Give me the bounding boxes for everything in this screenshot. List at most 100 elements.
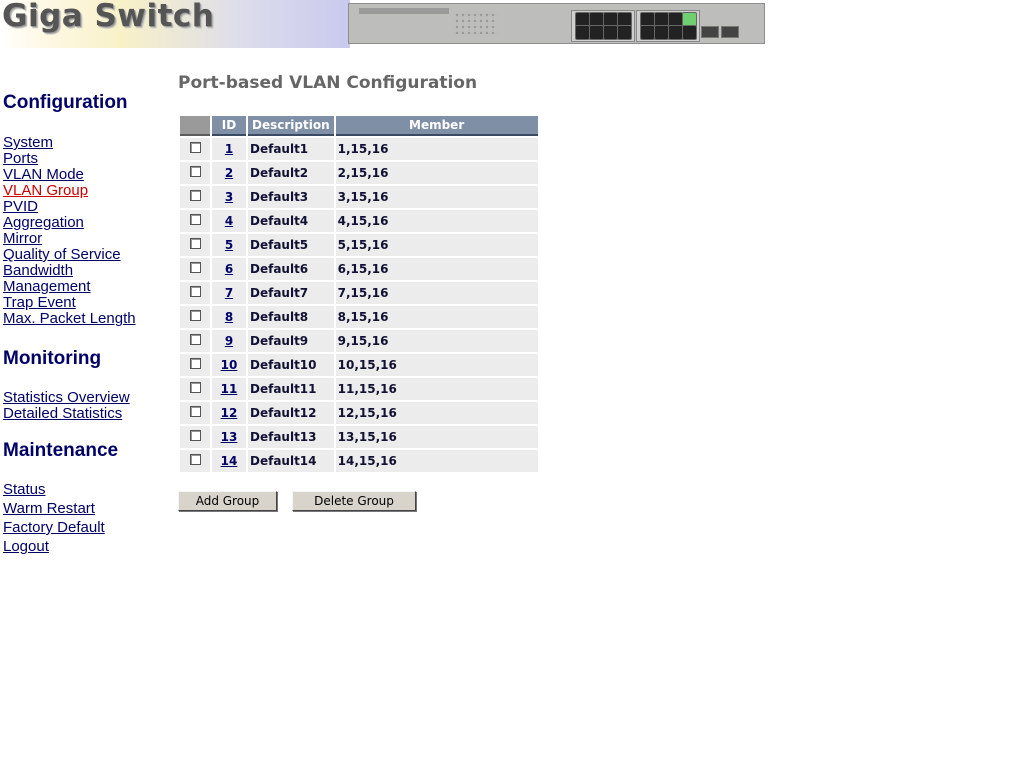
row-id-cell: 13 xyxy=(212,426,246,448)
row-checkbox[interactable] xyxy=(189,382,201,393)
row-select-cell xyxy=(180,378,210,400)
row-id-cell: 12 xyxy=(212,402,246,424)
nav-heading-maintenance: Maintenance xyxy=(3,440,119,461)
vlan-id-link[interactable]: 7 xyxy=(225,286,233,300)
row-select-cell xyxy=(180,330,210,352)
table-row: 3 Default3 3,15,16 xyxy=(180,186,538,208)
row-member: 4,15,16 xyxy=(335,210,538,232)
row-description: Default9 xyxy=(248,330,334,352)
row-member: 6,15,16 xyxy=(335,258,538,280)
row-member: 10,15,16 xyxy=(335,354,538,376)
vlan-id-link[interactable]: 5 xyxy=(225,238,233,252)
switch-port-icon xyxy=(575,25,590,40)
switch-port-icon xyxy=(603,25,618,40)
vlan-id-link[interactable]: 3 xyxy=(225,190,233,204)
nav-link-quality-of-service[interactable]: Quality of Service xyxy=(3,247,168,263)
row-member: 14,15,16 xyxy=(335,450,538,472)
table-row: 13 Default13 13,15,16 xyxy=(180,426,538,448)
add-group-button[interactable]: Add Group xyxy=(178,491,277,511)
row-checkbox[interactable] xyxy=(189,142,201,153)
row-description: Default13 xyxy=(248,426,334,448)
nav-link-management[interactable]: Management xyxy=(3,279,168,295)
row-select-cell xyxy=(180,426,210,448)
nav-link-ports[interactable]: Ports xyxy=(3,151,168,167)
nav-link-system[interactable]: System xyxy=(3,135,168,151)
nav-link-logout[interactable]: Logout xyxy=(3,537,168,556)
vlan-id-link[interactable]: 1 xyxy=(225,142,233,156)
row-checkbox[interactable] xyxy=(189,190,201,201)
table-row: 14 Default14 14,15,16 xyxy=(180,450,538,472)
delete-group-button[interactable]: Delete Group xyxy=(292,491,416,511)
row-id-cell: 5 xyxy=(212,234,246,256)
vlan-id-link[interactable]: 6 xyxy=(225,262,233,276)
row-member: 8,15,16 xyxy=(335,306,538,328)
column-header-description: Description xyxy=(248,116,334,136)
switch-led-panel xyxy=(454,12,498,34)
row-description: Default10 xyxy=(248,354,334,376)
switch-port-icon xyxy=(589,25,604,40)
nav-link-warm-restart[interactable]: Warm Restart xyxy=(3,499,168,518)
row-checkbox[interactable] xyxy=(189,286,201,297)
row-checkbox[interactable] xyxy=(189,358,201,369)
vlan-id-link[interactable]: 10 xyxy=(221,358,238,372)
vlan-id-link[interactable]: 4 xyxy=(225,214,233,228)
vlan-id-link[interactable]: 8 xyxy=(225,310,233,324)
vlan-id-link[interactable]: 13 xyxy=(221,430,238,444)
nav-link-max-packet-length[interactable]: Max. Packet Length xyxy=(3,311,168,327)
nav-link-mirror[interactable]: Mirror xyxy=(3,231,168,247)
switch-brand-plate xyxy=(359,8,449,14)
row-checkbox[interactable] xyxy=(189,334,201,345)
nav-link-bandwidth[interactable]: Bandwidth xyxy=(3,263,168,279)
row-checkbox[interactable] xyxy=(189,262,201,273)
table-row: 11 Default11 11,15,16 xyxy=(180,378,538,400)
row-checkbox[interactable] xyxy=(189,454,201,465)
table-header-row: ID Description Member xyxy=(180,116,538,136)
switch-sfp-icon xyxy=(721,26,739,38)
row-description: Default3 xyxy=(248,186,334,208)
row-id-cell: 7 xyxy=(212,282,246,304)
column-header-id: ID xyxy=(212,116,246,136)
row-description: Default8 xyxy=(248,306,334,328)
row-select-cell xyxy=(180,210,210,232)
row-id-cell: 14 xyxy=(212,450,246,472)
row-checkbox[interactable] xyxy=(189,310,201,321)
vlan-id-link[interactable]: 14 xyxy=(221,454,238,468)
nav-link-aggregation[interactable]: Aggregation xyxy=(3,215,168,231)
row-description: Default7 xyxy=(248,282,334,304)
nav-link-vlan-mode[interactable]: VLAN Mode xyxy=(3,167,168,183)
sidebar: Configuration System Ports VLAN Mode VLA… xyxy=(3,92,168,556)
nav-link-pvid[interactable]: PVID xyxy=(3,199,168,215)
row-id-cell: 2 xyxy=(212,162,246,184)
row-member: 12,15,16 xyxy=(335,402,538,424)
table-row: 12 Default12 12,15,16 xyxy=(180,402,538,424)
nav-link-factory-default[interactable]: Factory Default xyxy=(3,518,168,537)
vlan-id-link[interactable]: 12 xyxy=(221,406,238,420)
nav-link-detailed-statistics[interactable]: Detailed Statistics xyxy=(3,406,168,422)
nav-link-trap-event[interactable]: Trap Event xyxy=(3,295,168,311)
vlan-id-link[interactable]: 11 xyxy=(221,382,238,396)
vlan-table: ID Description Member 1 Default1 1,15,16 2 D… xyxy=(178,114,540,474)
row-id-cell: 3 xyxy=(212,186,246,208)
row-description: Default6 xyxy=(248,258,334,280)
row-checkbox[interactable] xyxy=(189,238,201,249)
table-row: 4 Default4 4,15,16 xyxy=(180,210,538,232)
column-header-select xyxy=(180,116,210,136)
row-id-cell: 4 xyxy=(212,210,246,232)
row-checkbox[interactable] xyxy=(189,406,201,417)
nav-link-status[interactable]: Status xyxy=(3,480,168,499)
row-select-cell xyxy=(180,258,210,280)
nav-link-statistics-overview[interactable]: Statistics Overview xyxy=(3,390,168,406)
row-checkbox[interactable] xyxy=(189,430,201,441)
table-row: 7 Default7 7,15,16 xyxy=(180,282,538,304)
row-id-cell: 9 xyxy=(212,330,246,352)
vlan-id-link[interactable]: 9 xyxy=(225,334,233,348)
table-row: 6 Default6 6,15,16 xyxy=(180,258,538,280)
table-row: 5 Default5 5,15,16 xyxy=(180,234,538,256)
vlan-id-link[interactable]: 2 xyxy=(225,166,233,180)
nav-link-vlan-group[interactable]: VLAN Group xyxy=(3,183,168,199)
row-checkbox[interactable] xyxy=(189,214,201,225)
row-select-cell xyxy=(180,162,210,184)
nav-heading-monitoring: Monitoring xyxy=(3,348,102,369)
row-checkbox[interactable] xyxy=(189,166,201,177)
header: Giga Switch xyxy=(0,0,1024,48)
